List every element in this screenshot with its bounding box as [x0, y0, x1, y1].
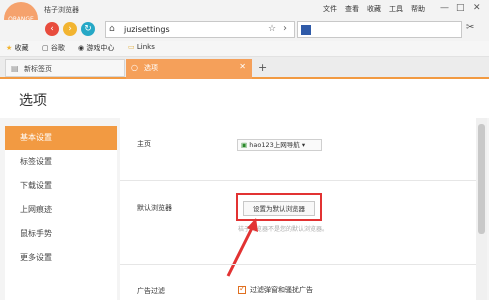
menu-tools[interactable]: 工具 [389, 4, 403, 14]
sidebar-item-basic[interactable]: 基本设置 [5, 126, 117, 150]
ad-filter-label: 广告过滤 [137, 287, 165, 295]
star-icon: ★ [6, 44, 13, 52]
menu-favorites[interactable]: 收藏 [367, 4, 381, 14]
scissors-icon[interactable]: ✂ [466, 22, 474, 33]
bookmark-favorites[interactable]: ★ 收藏 [6, 43, 29, 53]
sidebar-item-downloads[interactable]: 下载设置 [5, 174, 117, 198]
sidebar-item-history[interactable]: 上网痕迹 [5, 198, 117, 222]
scrollbar-thumb[interactable] [478, 124, 485, 234]
homepage-select[interactable]: ▣ hao123上网导航 ▾ [237, 139, 322, 151]
home-icon[interactable]: ⌂ [109, 24, 115, 34]
hao123-icon: ▣ [241, 141, 248, 149]
sidebar-item-tabs[interactable]: 标签设置 [5, 150, 117, 174]
app-title: 桔子浏览器 [44, 6, 79, 14]
tab-new-tab[interactable]: ▤ 新标签页 [5, 59, 125, 77]
address-bar[interactable]: ⌂ juzisettings ☆ › [105, 21, 295, 38]
new-tab-button[interactable]: + [258, 61, 267, 74]
minimize-button[interactable]: — [440, 3, 449, 13]
star-icon[interactable]: ☆ [268, 24, 276, 34]
chevron-right-icon[interactable]: › [283, 23, 287, 34]
menu-help[interactable]: 帮助 [411, 4, 425, 14]
divider [120, 264, 476, 265]
address-text[interactable]: juzisettings [124, 25, 170, 34]
tab-label: 选项 [144, 64, 158, 72]
refresh-icon[interactable]: ↻ [81, 22, 95, 36]
bookmark-links[interactable]: ▭ Links [128, 43, 155, 51]
bookmark-game-center[interactable]: ◉ 游戏中心 [78, 43, 114, 53]
tab-label: 新标签页 [24, 65, 52, 73]
back-icon[interactable]: ‹ [45, 22, 59, 36]
search-engine-icon[interactable] [301, 25, 311, 35]
divider [120, 180, 476, 181]
tab-options[interactable]: ○ 选项 ✕ [126, 59, 252, 79]
folder-icon: ▭ [128, 43, 135, 51]
page-icon: ▤ [11, 64, 19, 73]
default-browser-label: 默认浏览器 [137, 204, 172, 212]
settings-panel: 主页 ▣ hao123上网导航 ▾ 默认浏览器 设置为默认浏览器 桔子浏览器不是… [120, 118, 476, 300]
dropdown-arrow-icon: ▾ [301, 141, 306, 149]
maximize-button[interactable]: □ [456, 3, 465, 13]
arrow-shaft [226, 225, 255, 277]
ad-filter-checkbox-label: 过滤弹窗和骚扰广告 [250, 286, 313, 294]
page-title: 选项 [19, 93, 47, 109]
sidebar-item-more[interactable]: 更多设置 [5, 246, 117, 270]
ad-filter-checkbox[interactable]: ✓ [238, 284, 246, 294]
search-input[interactable] [297, 21, 462, 38]
tab-close-icon[interactable]: ✕ [239, 62, 246, 71]
arrow-head [247, 218, 258, 232]
homepage-label: 主页 [137, 140, 151, 148]
menu-view[interactable]: 查看 [345, 4, 359, 14]
bookmarks-bar [0, 41, 489, 57]
bookmark-google[interactable]: ▢ 谷歌 [42, 43, 65, 53]
settings-sidebar: 基本设置 标签设置 下载设置 上网痕迹 鼠标手势 更多设置 [5, 126, 117, 300]
forward-icon[interactable]: › [63, 22, 77, 36]
sidebar-item-mouse-gestures[interactable]: 鼠标手势 [5, 222, 117, 246]
gamepad-icon: ◉ [78, 44, 85, 52]
close-button[interactable]: ✕ [473, 3, 481, 13]
page-icon: ▢ [42, 44, 49, 52]
check-icon: ✓ [239, 284, 246, 293]
red-arrow [226, 218, 258, 277]
menu-file[interactable]: 文件 [323, 4, 337, 14]
settings-icon: ○ [131, 63, 138, 72]
